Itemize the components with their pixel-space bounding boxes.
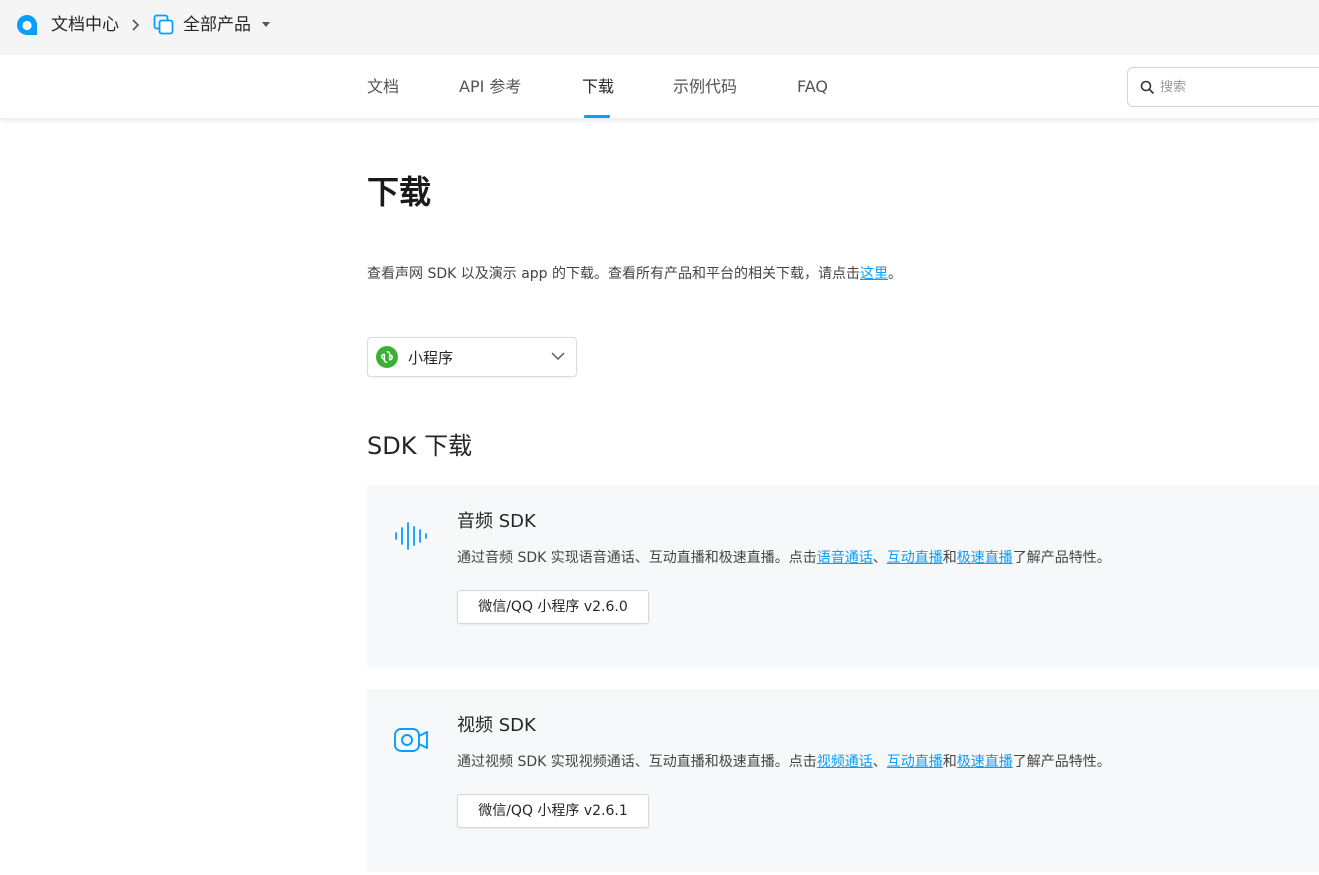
platform-select[interactable]: 小程序	[367, 337, 577, 377]
all-downloads-link[interactable]: 这里	[860, 266, 888, 282]
platform-select-value: 小程序	[408, 349, 454, 367]
audio-waveform-icon	[395, 522, 427, 550]
nav-tab-api-reference[interactable]: API 参考	[459, 77, 521, 97]
intro-text-body: 查看声网 SDK 以及演示 app 的下载。查看所有产品和平台的相关下载，请点击	[367, 266, 860, 282]
desc-suffix: 了解产品特性。	[1012, 550, 1111, 566]
desc-prefix: 通过视频 SDK 实现视频通话、互动直播和极速直播。点击	[457, 754, 817, 770]
intro-text: 查看声网 SDK 以及演示 app 的下载。查看所有产品和平台的相关下载，请点击…	[367, 264, 902, 284]
audio-sdk-card: 音频 SDK 通过音频 SDK 实现语音通话、互动直播和极速直播。点击语音通话、…	[367, 485, 1319, 668]
nav-tab-docs[interactable]: 文档	[367, 77, 399, 97]
products-copy-icon	[153, 14, 174, 35]
intro-text-end: 。	[888, 266, 902, 282]
page-title: 下载	[367, 173, 432, 211]
desc-sep: 和	[942, 754, 957, 770]
desc-sep: 、	[872, 550, 887, 566]
audio-sdk-title: 音频 SDK	[457, 511, 536, 532]
video-sdk-download-button[interactable]: 微信/QQ 小程序 v2.6.1	[457, 794, 649, 828]
all-products-dropdown[interactable]: 全部产品	[183, 14, 251, 36]
mini-program-icon	[376, 346, 398, 368]
search-input[interactable]	[1160, 77, 1310, 97]
video-sdk-description: 通过视频 SDK 实现视频通话、互动直播和极速直播。点击视频通话、互动直播和极速…	[457, 752, 1111, 772]
fast-live-link[interactable]: 极速直播	[957, 550, 1013, 566]
agora-logo-icon[interactable]	[16, 14, 38, 36]
interactive-live-link[interactable]: 互动直播	[887, 550, 943, 566]
video-call-link[interactable]: 视频通话	[817, 754, 873, 770]
section-title: SDK 下载	[367, 432, 473, 460]
caret-down-icon[interactable]	[262, 22, 270, 27]
voice-call-link[interactable]: 语音通话	[817, 550, 873, 566]
desc-prefix: 通过音频 SDK 实现语音通话、互动直播和极速直播。点击	[457, 550, 817, 566]
search-icon	[1140, 80, 1154, 94]
main-nav: 文档 API 参考 下载 示例代码 FAQ	[0, 55, 1319, 119]
top-bar: 文档中心 全部产品	[0, 0, 1319, 55]
nav-tab-sample-code[interactable]: 示例代码	[673, 77, 737, 97]
fast-live-link[interactable]: 极速直播	[957, 754, 1013, 770]
nav-tab-faq[interactable]: FAQ	[797, 77, 828, 97]
desc-suffix: 了解产品特性。	[1012, 754, 1111, 770]
audio-sdk-download-button[interactable]: 微信/QQ 小程序 v2.6.0	[457, 590, 649, 624]
video-camera-icon	[394, 728, 428, 752]
desc-sep: 、	[872, 754, 887, 770]
search-box[interactable]	[1127, 67, 1319, 107]
desc-sep: 和	[942, 550, 957, 566]
audio-sdk-description: 通过音频 SDK 实现语音通话、互动直播和极速直播。点击语音通话、互动直播和极速…	[457, 548, 1111, 568]
nav-tab-download[interactable]: 下载	[582, 77, 614, 97]
chevron-right-icon	[132, 19, 140, 31]
active-tab-indicator	[584, 115, 610, 118]
doc-center-link[interactable]: 文档中心	[51, 14, 119, 36]
interactive-live-link[interactable]: 互动直播	[887, 754, 943, 770]
video-sdk-title: 视频 SDK	[457, 715, 536, 736]
video-sdk-card: 视频 SDK 通过视频 SDK 实现视频通话、互动直播和极速直播。点击视频通话、…	[367, 689, 1319, 872]
chevron-down-icon	[551, 352, 565, 360]
